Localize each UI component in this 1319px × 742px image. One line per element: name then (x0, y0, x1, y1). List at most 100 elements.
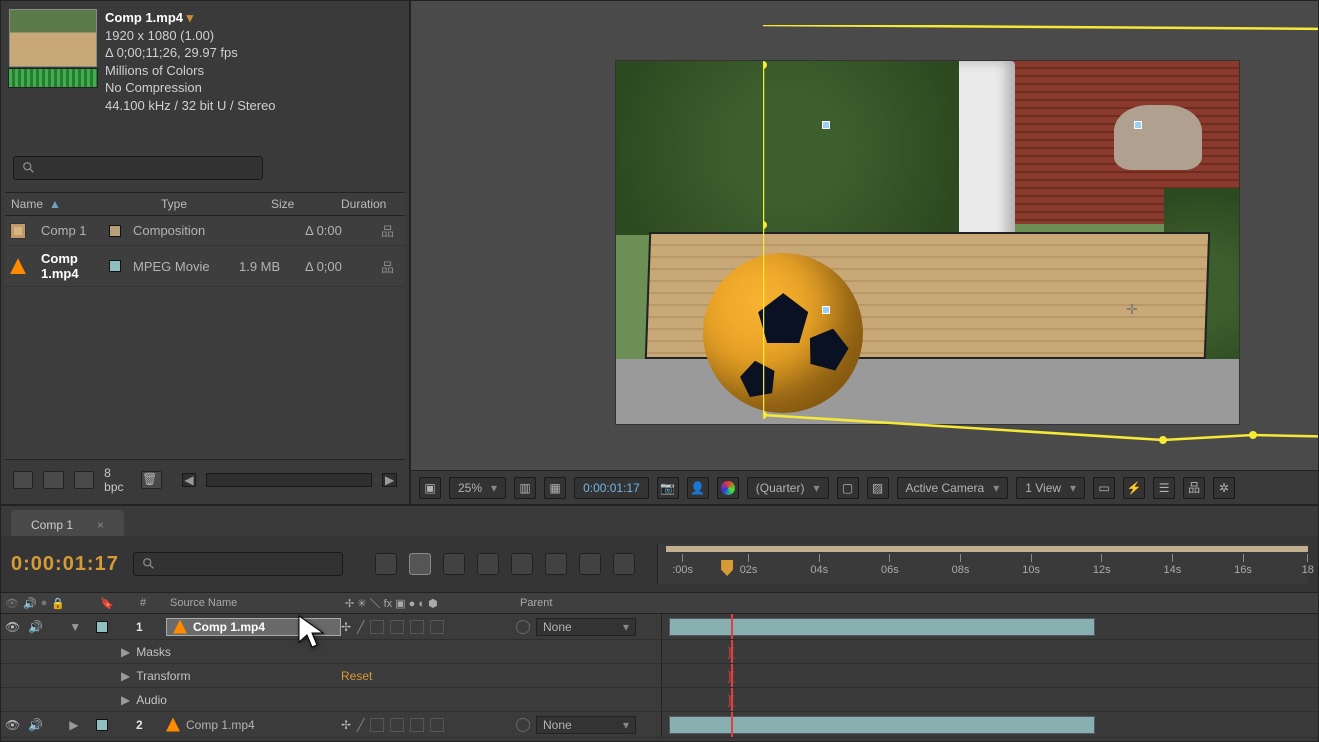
layer-row[interactable]: 👁 🔊 ▶ 2 Comp 1.mp4 ✢╱ None (1, 712, 1318, 738)
layer-property-row[interactable]: ▶Audio ][ (1, 688, 1318, 712)
twirl-icon[interactable]: ▶ (69, 718, 78, 732)
layer-switches[interactable]: ✢╱ (341, 620, 516, 634)
eye-icon[interactable]: 👁 (5, 718, 20, 732)
twirl-icon[interactable]: ▶ (121, 669, 130, 683)
col-hash[interactable]: # (140, 593, 170, 613)
fast-preview-button[interactable]: ⚡ (1123, 477, 1145, 499)
layer-row[interactable]: 👁 🔊 ▼ 1 Comp 1.mp4 ✢╱ None (1, 614, 1318, 640)
timeline-tab[interactable]: Comp 1 × (11, 510, 124, 536)
flowchart-icon[interactable]: 品 (381, 221, 401, 240)
exposure-button[interactable]: ✲ (1213, 477, 1235, 499)
parent-dropdown[interactable]: None (536, 618, 636, 636)
speaker-icon[interactable]: 🔊 (28, 620, 43, 634)
shy-button[interactable] (443, 553, 465, 575)
keyframe-marker-icon[interactable]: ][ (728, 645, 735, 659)
pickwhip-icon[interactable] (516, 620, 530, 634)
eye-icon[interactable]: 👁 (5, 597, 19, 610)
lock-icon[interactable]: 🔒 (51, 597, 65, 610)
property-value[interactable]: Reset (341, 669, 516, 683)
layer-track[interactable] (661, 614, 1318, 639)
layer-name[interactable]: Comp 1.mp4 (166, 718, 341, 732)
project-footer-toolbar: 8 bpc 🗑 ◀ ▶ (5, 459, 405, 500)
draft-3d-button[interactable] (409, 553, 431, 575)
col-duration[interactable]: Duration (341, 197, 399, 211)
project-columns-header[interactable]: Name▲ Type Size Duration (5, 192, 405, 216)
project-item-duration: Δ 0:00 (305, 223, 375, 238)
grid-button[interactable]: ▦ (544, 477, 566, 499)
project-item[interactable]: Comp 1.mp4 MPEG Movie 1.9 MB Δ 0;00 品 (5, 246, 405, 287)
bpc-button[interactable]: 8 bpc (104, 466, 131, 494)
new-folder-button[interactable] (43, 471, 63, 489)
graph-editor-button[interactable] (579, 553, 601, 575)
new-comp-button[interactable] (74, 471, 94, 489)
tag-icon[interactable]: 🔖 (100, 597, 114, 610)
scroll-left-button[interactable]: ◀ (182, 473, 197, 487)
pickwhip-icon[interactable] (516, 718, 530, 732)
twirl-icon[interactable]: ▶ (121, 693, 130, 707)
comp-mini-flowchart-button[interactable] (375, 553, 397, 575)
parent-dropdown[interactable]: None (536, 716, 636, 734)
scroll-right-button[interactable]: ▶ (382, 473, 397, 487)
col-parent[interactable]: Parent (520, 593, 665, 613)
label-swatch[interactable] (96, 621, 108, 633)
snapshot-button[interactable]: 📷 (657, 477, 679, 499)
keyframe-marker-icon[interactable]: ][ (728, 693, 735, 707)
eye-icon[interactable]: 👁 (5, 620, 20, 634)
project-item-size: 1.9 MB (239, 259, 299, 274)
twirl-icon[interactable]: ▼ (69, 620, 81, 634)
selection-handle[interactable] (822, 121, 830, 129)
viewer-canvas[interactable]: ✛ (411, 1, 1318, 470)
roi-button[interactable]: ▢ (837, 477, 859, 499)
frame-blend-button[interactable] (477, 553, 499, 575)
anchor-point-icon[interactable]: ✛ (1126, 301, 1138, 318)
interpret-footage-button[interactable] (13, 471, 33, 489)
timeline-button[interactable]: ☰ (1153, 477, 1175, 499)
label-swatch[interactable] (96, 719, 108, 731)
asset-dimensions: 1920 x 1080 (1.00) (105, 27, 276, 45)
quality-dropdown[interactable]: (Quarter) (747, 477, 829, 499)
transparency-grid-button[interactable]: ▨ (867, 477, 889, 499)
selection-handle[interactable] (1134, 121, 1142, 129)
solo-icon[interactable]: ● (41, 597, 48, 609)
col-name[interactable]: Name (11, 197, 43, 211)
zoom-dropdown[interactable]: 25% (449, 477, 506, 499)
auto-keyframe-button[interactable] (613, 553, 635, 575)
layer-property-row[interactable]: ▶Masks ][ (1, 640, 1318, 664)
brainstorm-button[interactable] (545, 553, 567, 575)
asset-title[interactable]: Comp 1.mp4 (105, 9, 276, 27)
timeline-timecode[interactable]: 0:00:01:17 (11, 553, 119, 576)
channel-mode-button[interactable] (717, 477, 739, 499)
asset-thumbnail[interactable] (9, 9, 97, 67)
speaker-icon[interactable]: 🔊 (23, 597, 37, 610)
layer-property-row[interactable]: ▶Transform Reset ][ (1, 664, 1318, 688)
project-hscroll[interactable] (206, 473, 372, 487)
timeline-search-input[interactable] (133, 552, 343, 576)
mask-toggle-button[interactable]: ▣ (419, 477, 441, 499)
layer-name[interactable]: Comp 1.mp4 (166, 618, 341, 636)
motion-blur-button[interactable] (511, 553, 533, 575)
pixel-ratio-button[interactable]: ▭ (1093, 477, 1115, 499)
close-icon[interactable]: × (87, 514, 114, 534)
resolution-button[interactable]: ▥ (514, 477, 536, 499)
label-swatch[interactable] (109, 225, 121, 237)
layer-switches[interactable]: ✢╱ (341, 718, 516, 732)
project-item[interactable]: Comp 1 Composition Δ 0:00 品 (5, 216, 405, 246)
col-type[interactable]: Type (161, 197, 271, 211)
camera-dropdown[interactable]: Active Camera (897, 477, 1009, 499)
viewer-timecode[interactable]: 0:00:01:17 (574, 477, 649, 499)
selection-handle[interactable] (822, 306, 830, 314)
speaker-icon[interactable]: 🔊 (28, 718, 43, 732)
col-source-name[interactable]: Source Name (170, 593, 345, 613)
flowchart-icon[interactable]: 品 (381, 257, 401, 276)
project-search-input[interactable] (13, 156, 263, 180)
trash-button[interactable]: 🗑 (141, 471, 161, 489)
col-size[interactable]: Size (271, 197, 341, 211)
views-dropdown[interactable]: 1 View (1016, 477, 1085, 499)
flowchart-button[interactable]: 品 (1183, 477, 1205, 499)
time-ruler[interactable]: :00s02s04s06s08s10s12s14s16s18 (657, 544, 1308, 584)
keyframe-marker-icon[interactable]: ][ (728, 669, 735, 683)
layer-track[interactable] (661, 712, 1318, 737)
label-swatch[interactable] (109, 260, 121, 272)
show-channel-button[interactable]: 👤 (687, 477, 709, 499)
twirl-icon[interactable]: ▶ (121, 645, 130, 659)
